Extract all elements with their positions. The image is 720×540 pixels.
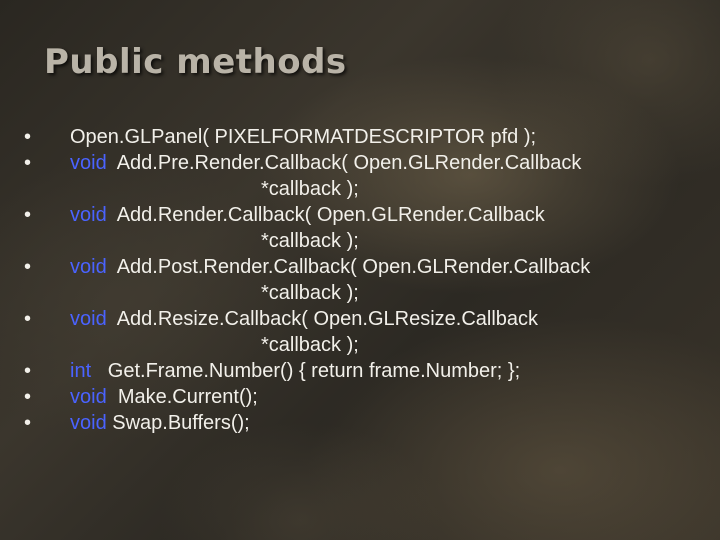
- method-item: • void Swap.Buffers();: [0, 410, 720, 436]
- method-line: void Swap.Buffers();: [0, 410, 720, 436]
- method-signature: Open.GLPanel( PIXELFORMATDESCRIPTOR pfd …: [70, 126, 537, 148]
- method-line: int Get.Frame.Number() { return frame.Nu…: [0, 358, 720, 384]
- return-type-keyword: void: [70, 412, 107, 434]
- method-signature-continuation: *callback );: [261, 282, 359, 304]
- method-signature: Add.Render.Callback( Open.GLRender.Callb…: [106, 204, 545, 226]
- bullet-marker: •: [24, 360, 32, 382]
- method-line: void Add.Pre.Render.Callback( Open.GLRen…: [0, 150, 720, 176]
- method-signature: Add.Resize.Callback( Open.GLResize.Callb…: [106, 308, 539, 330]
- method-signature: Add.Pre.Render.Callback( Open.GLRender.C…: [106, 152, 582, 174]
- method-signature-continuation: *callback );: [261, 334, 359, 356]
- method-line: void Make.Current();: [0, 384, 720, 410]
- method-signature-continuation: *callback );: [261, 230, 359, 252]
- method-item: • void Make.Current();: [0, 384, 720, 410]
- method-item: • void Add.Resize.Callback( Open.GLResiz…: [0, 306, 720, 358]
- bullet-marker: •: [24, 308, 32, 330]
- method-line: Open.GLPanel( PIXELFORMATDESCRIPTOR pfd …: [0, 124, 720, 150]
- bullet-marker: •: [24, 386, 32, 408]
- return-type-keyword: void: [70, 308, 107, 330]
- bullet-marker: •: [24, 204, 32, 226]
- bullet-marker: •: [24, 412, 32, 434]
- method-item: • Open.GLPanel( PIXELFORMATDESCRIPTOR pf…: [0, 124, 720, 150]
- method-signature: Swap.Buffers();: [106, 412, 250, 434]
- method-item: • void Add.Render.Callback( Open.GLRende…: [0, 202, 720, 254]
- return-type-keyword: void: [70, 256, 107, 278]
- method-item: • void Add.Pre.Render.Callback( Open.GLR…: [0, 150, 720, 202]
- return-type-keyword: void: [70, 386, 107, 408]
- method-signature: Get.Frame.Number() { return frame.Number…: [91, 360, 521, 382]
- bullet-marker: •: [24, 126, 32, 148]
- method-line: void Add.Resize.Callback( Open.GLResize.…: [0, 306, 720, 332]
- method-line: void Add.Post.Render.Callback( Open.GLRe…: [0, 254, 720, 280]
- return-type-keyword: int: [70, 360, 92, 382]
- method-line: void Add.Render.Callback( Open.GLRender.…: [0, 202, 720, 228]
- bullet-marker: •: [24, 256, 32, 278]
- method-signature-continuation: *callback );: [261, 178, 359, 200]
- return-type-keyword: void: [70, 204, 107, 226]
- method-signature: Make.Current();: [106, 386, 258, 408]
- method-item: • int Get.Frame.Number() { return frame.…: [0, 358, 720, 384]
- method-item: • void Add.Post.Render.Callback( Open.GL…: [0, 254, 720, 306]
- slide-title: Public methods: [44, 42, 347, 82]
- method-signature: Add.Post.Render.Callback( Open.GLRender.…: [106, 256, 591, 278]
- bullet-marker: •: [24, 152, 32, 174]
- method-list: • Open.GLPanel( PIXELFORMATDESCRIPTOR pf…: [0, 124, 720, 436]
- return-type-keyword: void: [70, 152, 107, 174]
